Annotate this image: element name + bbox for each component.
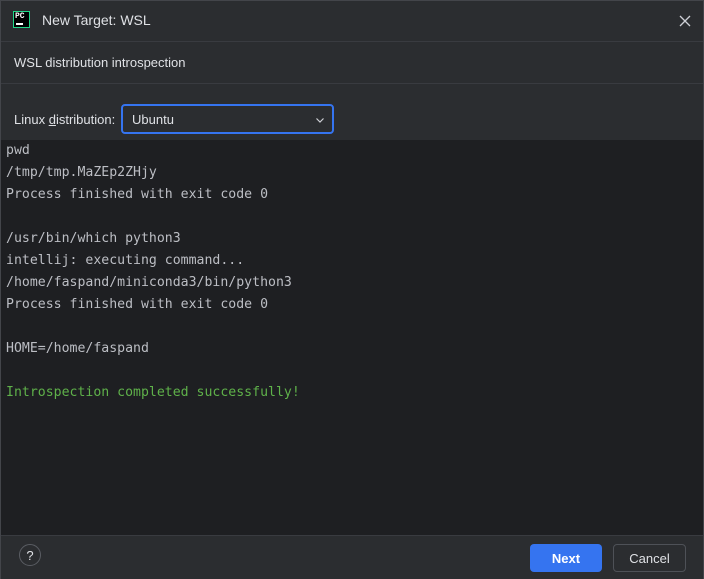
console-line: intellij: executing command... [6,253,245,268]
dialog-footer: ? Next Cancel [1,535,703,579]
distribution-label-mnemonic: d [48,112,56,127]
distribution-label: Linux distribution: [14,112,115,127]
console-line: HOME=/home/faspand [6,341,149,356]
console-line: pwd [6,143,30,158]
distribution-select-value: Ubuntu [132,112,174,127]
help-button[interactable]: ? [19,544,41,566]
cancel-button[interactable]: Cancel [613,544,686,572]
distribution-select[interactable]: Ubuntu [121,104,334,134]
section-title: WSL distribution introspection [14,55,186,70]
title-divider [1,41,703,42]
chevron-down-icon [316,118,324,123]
console-line: /tmp/tmp.MaZEp2ZHjy [6,165,157,180]
app-icon-text: PC [15,12,25,21]
help-icon: ? [26,547,34,563]
title-bar: PC New Target: WSL [1,1,703,41]
distribution-label-suffix: istribution: [55,112,116,127]
introspection-console[interactable]: pwd/tmp/tmp.MaZEp2ZHjy Process finished w… [1,140,703,535]
console-line: /home/faspand/miniconda3/bin/python3 [6,275,292,290]
new-target-wsl-dialog: PC New Target: WSL WSL distribution intr… [0,0,704,579]
window-title: New Target: WSL [42,12,151,28]
section-divider [1,83,703,84]
console-line: Process finished with exit code 0 [6,187,269,202]
console-line: Process finished with exit code 0 [6,297,269,312]
close-button[interactable] [675,11,695,31]
next-button[interactable]: Next [530,544,602,572]
pycharm-app-icon: PC [13,11,30,28]
distribution-label-prefix: Linux [14,112,49,127]
console-success-line: Introspection completed successfully! [6,385,300,400]
close-icon [679,15,691,27]
console-line: /usr/bin/which python3 [6,231,181,246]
